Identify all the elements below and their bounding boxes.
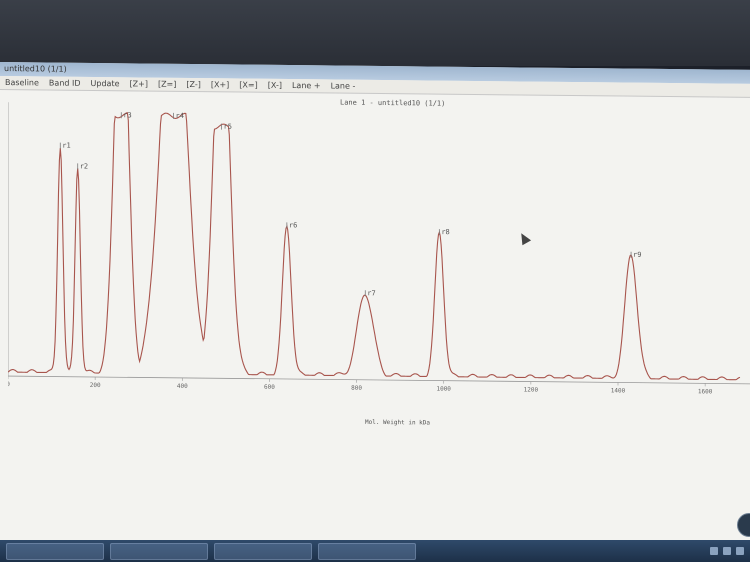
tray-icon[interactable] bbox=[736, 547, 744, 555]
menu-zoom-out[interactable]: [Z-] bbox=[181, 80, 205, 89]
menu-band-id[interactable]: Band ID bbox=[44, 78, 86, 88]
densitometry-plot: 0 200 400 600 800 1000 1200 1400 1600 r1 r2 r3 r4 r5 r… bbox=[6, 102, 750, 415]
peak-label: r6 bbox=[289, 221, 297, 229]
peak-label: r7 bbox=[367, 289, 375, 297]
menu-zoom-reset[interactable]: [Z=] bbox=[153, 80, 181, 89]
x-axis bbox=[8, 375, 750, 385]
x-tick-label: 0 bbox=[8, 381, 10, 388]
x-tick-label: 1200 bbox=[524, 386, 539, 393]
chart-svg: 0 200 400 600 800 1000 1200 1400 1600 r1 r2 r3 r4 r5 r… bbox=[6, 102, 750, 395]
peak-label: r2 bbox=[80, 162, 88, 170]
menu-x-reset[interactable]: [X=] bbox=[234, 80, 262, 90]
x-tick-label: 600 bbox=[264, 384, 275, 391]
system-tray bbox=[710, 547, 744, 555]
peak-label: r1 bbox=[62, 142, 70, 150]
taskbar-item[interactable] bbox=[214, 542, 312, 560]
menu-update[interactable]: Update bbox=[86, 79, 125, 88]
peak-label: r8 bbox=[441, 228, 449, 236]
x-tick-label: 400 bbox=[177, 383, 188, 390]
x-tick-label: 1400 bbox=[611, 387, 626, 394]
monitor-bezel bbox=[0, 0, 750, 66]
x-tick-label: 200 bbox=[90, 382, 101, 389]
peak-label: r5 bbox=[224, 123, 232, 131]
peak-label: r3 bbox=[123, 111, 131, 119]
menu-baseline[interactable]: Baseline bbox=[0, 78, 44, 87]
menu-x-in[interactable]: [X+] bbox=[206, 80, 234, 89]
window-title: untitled10 (1/1) bbox=[4, 64, 67, 74]
x-tick-label: 1000 bbox=[436, 386, 451, 393]
density-trace bbox=[7, 112, 741, 381]
taskbar-item[interactable] bbox=[110, 542, 208, 560]
tray-icon[interactable] bbox=[723, 547, 731, 555]
tray-icon[interactable] bbox=[710, 547, 718, 555]
x-tick-label: 1600 bbox=[698, 388, 713, 395]
x-tick-label: 800 bbox=[351, 385, 362, 392]
menu-x-out[interactable]: [X-] bbox=[263, 81, 287, 90]
taskbar bbox=[0, 540, 750, 562]
menu-lane-prev[interactable]: Lane - bbox=[326, 81, 361, 90]
x-axis-label: Mol. Weight in kDa bbox=[365, 418, 431, 427]
taskbar-item[interactable] bbox=[318, 542, 416, 560]
menu-zoom-in[interactable]: [Z+] bbox=[125, 79, 153, 88]
peak-label: r4 bbox=[176, 112, 184, 120]
taskbar-item[interactable] bbox=[6, 542, 104, 560]
menu-lane-next[interactable]: Lane + bbox=[287, 81, 326, 90]
peak-label: r9 bbox=[633, 251, 641, 259]
app-window: untitled10 (1/1) Baseline Band ID Update… bbox=[0, 62, 750, 555]
